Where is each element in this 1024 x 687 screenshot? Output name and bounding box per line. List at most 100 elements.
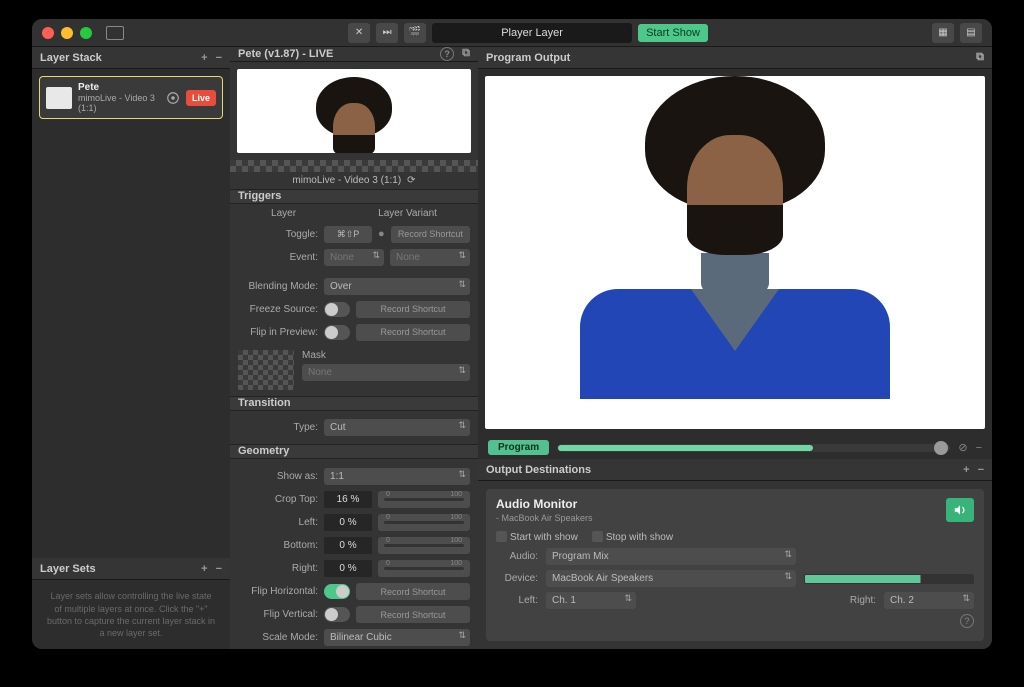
- crop-top-value[interactable]: 16 %: [324, 491, 372, 508]
- program-volume-slider[interactable]: [557, 444, 950, 452]
- clapper-icon[interactable]: 🎬: [404, 23, 426, 43]
- freeze-toggle[interactable]: [324, 302, 350, 317]
- transition-type-dropdown[interactable]: Cut: [324, 419, 470, 436]
- flip-h-shortcut[interactable]: Record Shortcut: [356, 583, 470, 600]
- live-badge[interactable]: Live: [186, 90, 216, 106]
- output-dest-header: Output Destinations +−: [478, 459, 992, 481]
- flip-v-shortcut[interactable]: Record Shortcut: [356, 606, 470, 623]
- show-as-dropdown[interactable]: 1:1: [324, 468, 470, 485]
- crop-bottom-slider[interactable]: 0100: [378, 537, 470, 554]
- triggers-col-variant: Layer Variant: [378, 208, 437, 219]
- remove-program-button[interactable]: −: [976, 442, 982, 454]
- mask-dropdown[interactable]: None: [302, 364, 470, 381]
- crop-top-slider[interactable]: 0100: [378, 491, 470, 508]
- crop-bottom-value[interactable]: 0 %: [324, 537, 372, 554]
- crop-bottom-label: Bottom:: [238, 540, 318, 551]
- layer-settings-icon[interactable]: [166, 91, 180, 105]
- zoom-icon[interactable]: [80, 27, 92, 39]
- blend-label: Blending Mode:: [238, 281, 318, 292]
- layout-b-button[interactable]: ▤: [960, 23, 982, 43]
- device-dropdown[interactable]: MacBook Air Speakers: [546, 570, 796, 587]
- right-channel-dropdown[interactable]: Ch. 2: [884, 592, 974, 609]
- start-show-button[interactable]: Start Show: [638, 24, 708, 42]
- program-badge[interactable]: Program: [488, 440, 549, 455]
- audio-monitor-card: Audio Monitor - MacBook Air Speakers Sta…: [486, 489, 984, 641]
- crop-left-value[interactable]: 0 %: [324, 514, 372, 531]
- crop-left-label: Left:: [238, 517, 318, 528]
- toggle-shortcut[interactable]: ⌘⇧P: [324, 226, 372, 243]
- close-doc-button[interactable]: ✕: [348, 23, 370, 43]
- layer-sets-panel: Layer Sets +− Layer sets allow controlli…: [32, 558, 230, 649]
- layout-a-button[interactable]: ▦: [932, 23, 954, 43]
- program-panel: Program Output ⧉ Program ⊘ − Output Dest…: [478, 47, 992, 649]
- show-as-label: Show as:: [238, 471, 318, 482]
- crop-right-value[interactable]: 0 %: [324, 560, 372, 577]
- close-icon[interactable]: [42, 27, 54, 39]
- crop-left-slider[interactable]: 0100: [378, 514, 470, 531]
- inspector-header: Pete (v1.87) - LIVE ?⧉: [230, 47, 478, 62]
- geometry-header: Geometry: [230, 444, 478, 459]
- remove-layer-button[interactable]: −: [216, 52, 222, 64]
- stop-with-show-checkbox[interactable]: Stop with show: [592, 531, 673, 543]
- mask-label: Mask: [302, 350, 470, 361]
- refresh-icon[interactable]: ⟳: [407, 175, 415, 186]
- add-layer-button[interactable]: +: [201, 52, 207, 64]
- program-output-header: Program Output ⧉: [478, 47, 992, 69]
- flip-v-label: Flip Vertical:: [238, 609, 318, 620]
- type-label: Type:: [238, 422, 318, 433]
- audio-enable-button[interactable]: [946, 498, 974, 522]
- layer-thumbnail: [46, 87, 72, 109]
- toggle-label: Toggle:: [238, 229, 318, 240]
- crop-right-slider[interactable]: 0100: [378, 560, 470, 577]
- triggers-header: Triggers: [230, 189, 478, 204]
- event-label: Event:: [238, 252, 318, 263]
- preview-source-label: mimoLive - Video 3 (1:1) ⟳: [230, 172, 478, 189]
- window-controls: [42, 27, 92, 39]
- variant-shortcut[interactable]: Record Shortcut: [391, 226, 470, 243]
- record-toggle-icon[interactable]: ●: [378, 228, 385, 240]
- layer-item[interactable]: Pete mimoLive - Video 3 (1:1) Live: [39, 76, 223, 119]
- program-bar: Program ⊘ −: [478, 436, 992, 459]
- start-with-show-checkbox[interactable]: Start with show: [496, 531, 578, 543]
- alpha-strip: [230, 160, 478, 172]
- audio-dropdown[interactable]: Program Mix: [546, 548, 796, 565]
- titlebar: ✕ ⏭ 🎬 Player Layer Start Show ▦ ▤: [32, 19, 992, 47]
- event-dropdown[interactable]: None: [324, 249, 384, 266]
- mute-icon[interactable]: ⊘: [958, 441, 967, 454]
- layer-source: mimoLive - Video 3 (1:1): [78, 93, 160, 113]
- remove-dest-button[interactable]: −: [978, 464, 984, 476]
- app-window: ✕ ⏭ 🎬 Player Layer Start Show ▦ ▤ Layer …: [32, 19, 992, 649]
- skip-button[interactable]: ⏭: [376, 23, 398, 43]
- titlebar-center: ✕ ⏭ 🎬 Player Layer Start Show: [124, 23, 932, 43]
- remove-layerset-button[interactable]: −: [216, 563, 222, 575]
- mask-preview: [238, 350, 294, 390]
- device-level-slider[interactable]: [804, 574, 974, 584]
- flip-v-toggle[interactable]: [324, 607, 350, 622]
- freeze-label: Freeze Source:: [238, 304, 318, 315]
- audio-help-icon[interactable]: ?: [960, 614, 974, 628]
- freeze-shortcut[interactable]: Record Shortcut: [356, 301, 470, 318]
- left-channel-dropdown[interactable]: Ch. 1: [546, 592, 636, 609]
- scale-dropdown[interactable]: Bilinear Cubic: [324, 629, 470, 646]
- flip-h-label: Flip Horizontal:: [238, 586, 318, 597]
- transition-header: Transition: [230, 396, 478, 411]
- sidebar-toggle-icon[interactable]: [106, 26, 124, 40]
- minimize-icon[interactable]: [61, 27, 73, 39]
- program-output-view: [485, 76, 985, 429]
- speaker-icon: [953, 503, 967, 517]
- popout-icon[interactable]: ⧉: [976, 51, 984, 64]
- add-dest-button[interactable]: +: [963, 464, 969, 476]
- flip-preview-shortcut[interactable]: Record Shortcut: [356, 324, 470, 341]
- layer-sets-header: Layer Sets +−: [32, 558, 230, 580]
- audio-monitor-sub: - MacBook Air Speakers: [496, 513, 593, 523]
- variant-event-dropdown[interactable]: None: [390, 249, 470, 266]
- scale-label: Scale Mode:: [238, 632, 318, 643]
- audio-monitor-title: Audio Monitor: [496, 497, 593, 511]
- blend-dropdown[interactable]: Over: [324, 278, 470, 295]
- flip-h-toggle[interactable]: [324, 584, 350, 599]
- flip-preview-toggle[interactable]: [324, 325, 350, 340]
- popout-icon[interactable]: ⧉: [462, 47, 470, 61]
- help-icon[interactable]: ?: [440, 47, 454, 61]
- crop-top-label: Crop Top:: [238, 494, 318, 505]
- add-layerset-button[interactable]: +: [201, 563, 207, 575]
